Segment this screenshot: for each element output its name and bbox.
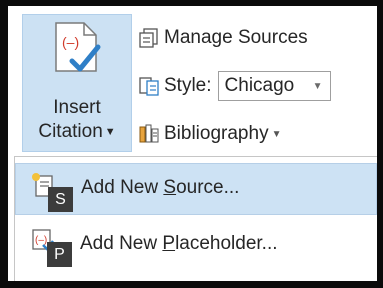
style-label: Style: — [164, 75, 212, 96]
chevron-down-icon: ▼ — [104, 126, 116, 138]
citations-panel: (–) Insert Citation ▼ Manage Sources Sty… — [8, 6, 377, 281]
bibliography-icon — [139, 124, 159, 143]
citation-mark-icon: (–) — [55, 22, 101, 72]
bibliography-label: Bibliography — [164, 123, 269, 144]
manage-sources-icon — [139, 28, 158, 48]
chevron-down-icon: ▼ — [312, 80, 323, 92]
add-new-placeholder-label: Add New Placeholder... — [80, 233, 278, 254]
chevron-down-icon: ▼ — [271, 128, 282, 140]
add-new-source-label: Add New Source... — [81, 177, 240, 198]
style-icon — [139, 77, 159, 96]
insert-citation-label-line1: Insert — [53, 97, 101, 118]
insert-citation-button[interactable]: (–) Insert Citation ▼ — [22, 14, 132, 152]
insert-citation-menu: S Add New Source... (–) P Add New Placeh… — [14, 156, 377, 281]
manage-sources-label: Manage Sources — [164, 27, 308, 48]
style-dropdown-value: Chicago — [224, 75, 295, 96]
insert-citation-label-line2: Citation ▼ — [38, 121, 116, 142]
citations-ribbon-group: (–) Insert Citation ▼ Manage Sources Sty… — [8, 6, 377, 156]
manage-sources-button[interactable]: Manage Sources — [138, 24, 308, 52]
svg-text:(–): (–) — [35, 235, 47, 246]
keytip-badge: P — [47, 242, 72, 267]
add-new-source-item[interactable]: S Add New Source... — [15, 163, 377, 215]
keytip-badge: S — [48, 187, 73, 212]
citation-style-row: Style: Chicago ▼ — [138, 71, 331, 101]
svg-text:(–): (–) — [62, 34, 79, 50]
add-new-placeholder-item[interactable]: (–) P Add New Placeholder... — [15, 217, 377, 269]
bibliography-button[interactable]: Bibliography ▼ — [138, 120, 281, 148]
style-dropdown[interactable]: Chicago ▼ — [217, 71, 331, 101]
